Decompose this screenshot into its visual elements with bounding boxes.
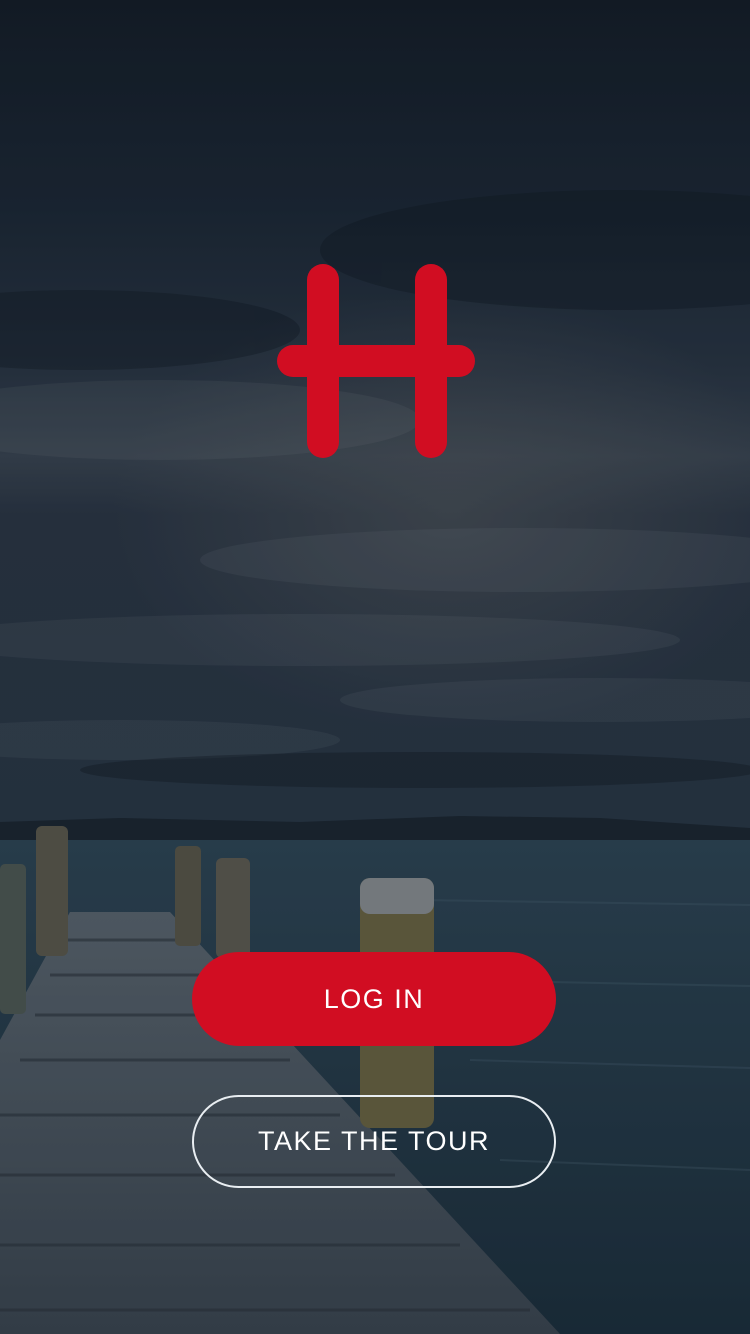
- take-tour-button-label: TAKE THE TOUR: [257, 1126, 491, 1156]
- welcome-screen: LOG IN TAKE THE TOUR: [0, 0, 750, 1334]
- take-tour-button[interactable]: TAKE THE TOUR: [192, 1095, 556, 1188]
- login-button-label: LOG IN: [323, 983, 425, 1014]
- h-logo-icon: [277, 264, 475, 458]
- login-button[interactable]: LOG IN: [192, 952, 556, 1046]
